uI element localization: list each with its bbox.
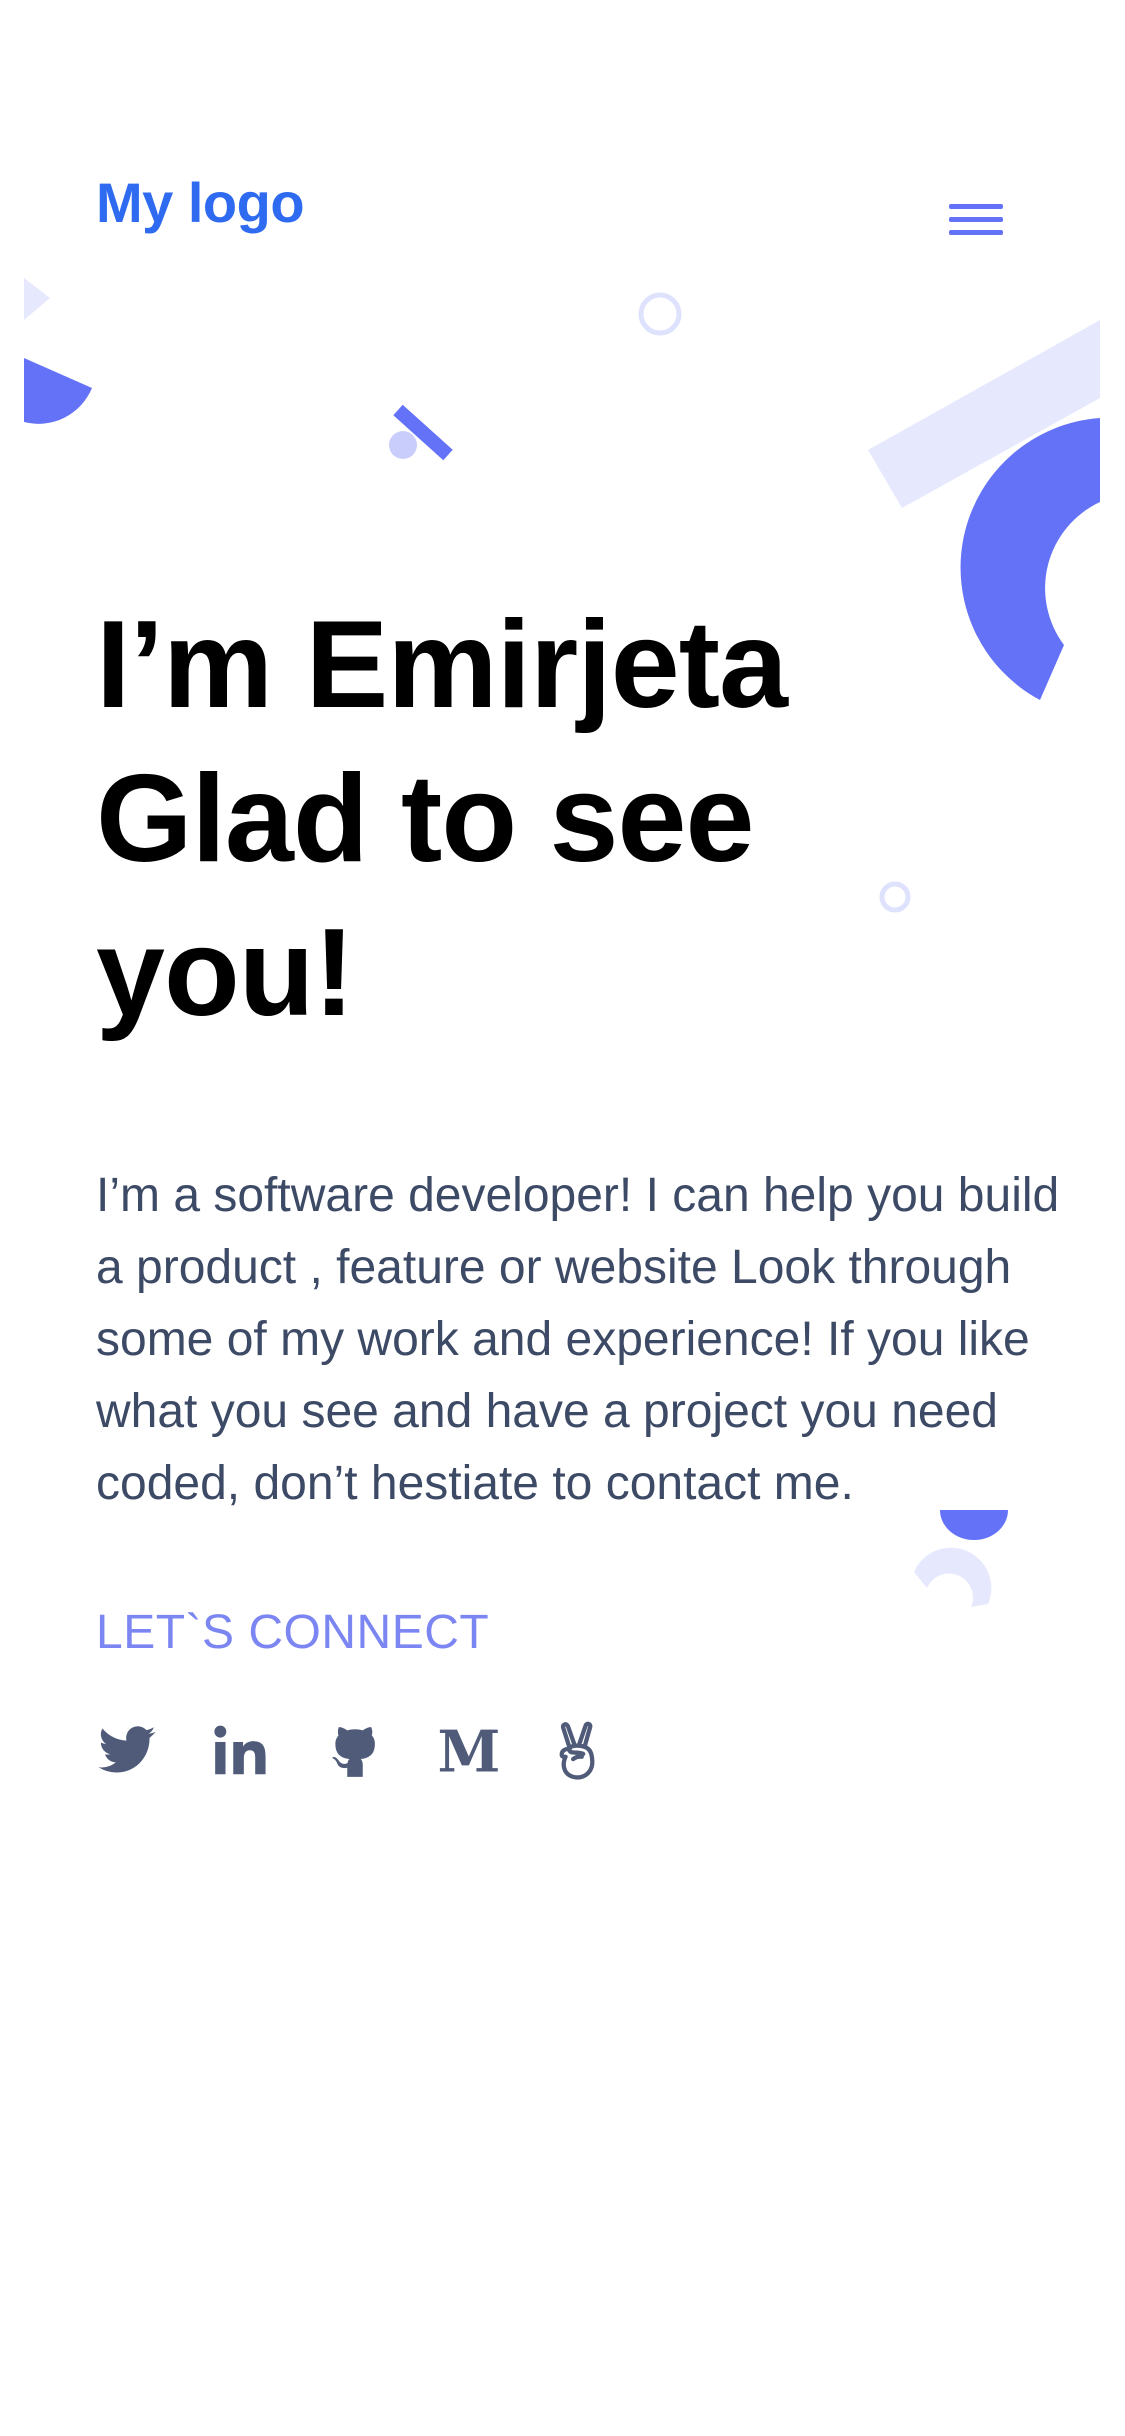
github-icon bbox=[332, 1727, 375, 1777]
outline-circle-shape bbox=[638, 292, 682, 336]
menu-button[interactable] bbox=[945, 196, 1007, 248]
logo[interactable]: My logo bbox=[96, 168, 305, 238]
medium-link[interactable]: M bbox=[438, 1720, 500, 1782]
medium-icon: M bbox=[438, 1720, 500, 1782]
twitter-link[interactable] bbox=[96, 1720, 158, 1782]
linkedin-link[interactable] bbox=[210, 1720, 272, 1782]
linkedin-icon bbox=[214, 1725, 266, 1775]
hero-heading: I’m Emirjeta Glad to see you! bbox=[96, 588, 1026, 1050]
lets-connect-link[interactable]: LET`S CONNECT bbox=[96, 1598, 489, 1668]
hero-line: I’m Emirjeta bbox=[96, 596, 788, 734]
hamburger-menu-icon bbox=[949, 204, 1003, 235]
diagonal-band-shape bbox=[868, 320, 1100, 508]
social-links: M bbox=[96, 1718, 654, 1784]
stick-shape bbox=[393, 404, 453, 461]
svg-text:M: M bbox=[438, 1720, 500, 1782]
half-circle-shape bbox=[24, 358, 92, 424]
dot-shape bbox=[389, 431, 417, 459]
hero-line: Glad to see bbox=[96, 750, 754, 888]
hero-line: you! bbox=[96, 904, 355, 1042]
github-link[interactable] bbox=[324, 1720, 386, 1782]
small-arc-shape bbox=[914, 1547, 992, 1607]
intro-paragraph: I’m a software developer! I can help you… bbox=[96, 1169, 1060, 1510]
angellist-icon bbox=[559, 1721, 595, 1780]
triangle-shape bbox=[24, 278, 50, 320]
angellist-link[interactable] bbox=[552, 1720, 602, 1782]
page: My logo I’m Emirjeta Glad to see you! I’… bbox=[0, 0, 1125, 2436]
twitter-icon bbox=[98, 1726, 156, 1773]
